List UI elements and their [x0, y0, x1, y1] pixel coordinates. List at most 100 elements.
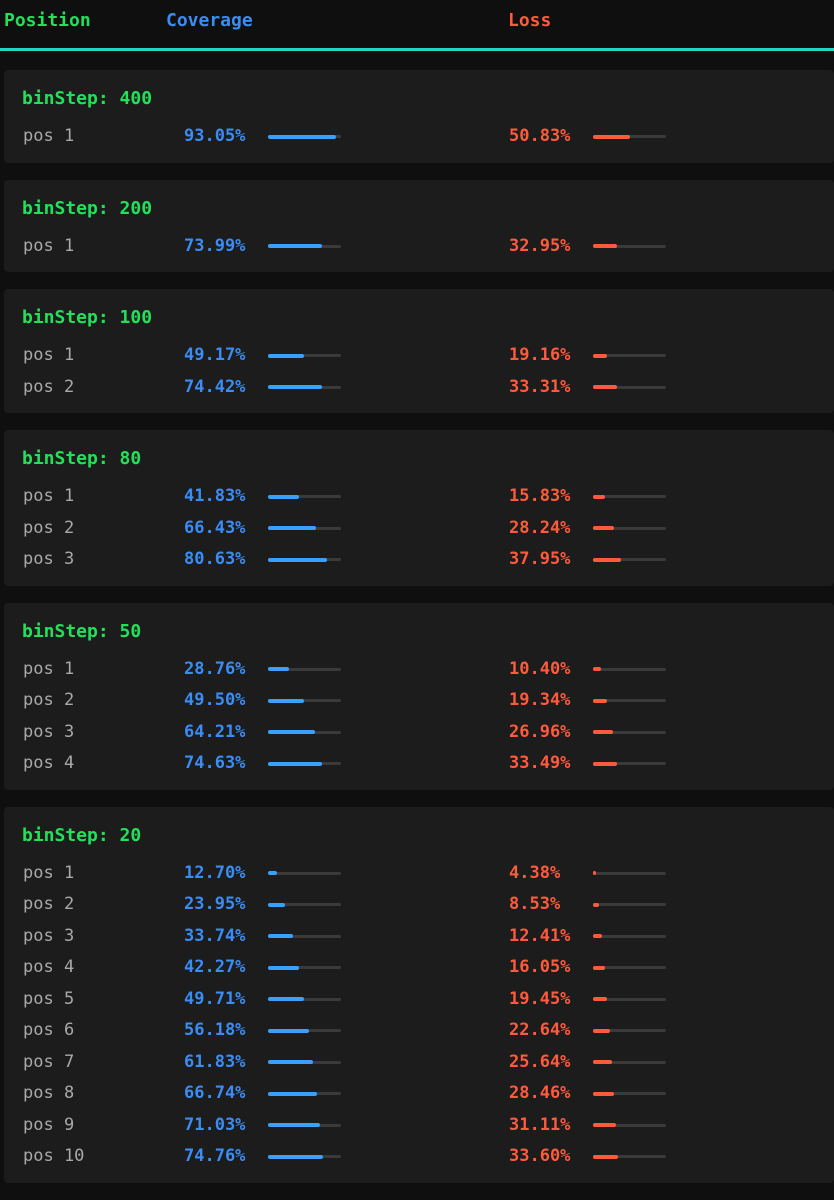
- loss-value: 10.40%: [509, 658, 571, 679]
- coverage-value: 61.83%: [184, 1051, 246, 1072]
- loss-bar-track: [593, 871, 666, 875]
- coverage-bar-track: [268, 761, 341, 766]
- position-row: pos 10 74.76% 33.60%: [4, 1143, 834, 1175]
- loss-value: 19.34%: [509, 690, 571, 710]
- loss-bar-fill: [593, 667, 601, 671]
- position-row: pos 1 49.17% 19.16%: [4, 342, 834, 374]
- loss-bar-fill: [593, 244, 618, 248]
- position-label: pos 4: [23, 753, 75, 773]
- position-label: pos 3: [23, 549, 75, 569]
- coverage-column-header: Coverage: [166, 10, 253, 31]
- position-label: pos 5: [23, 988, 75, 1009]
- loss-bar-fill: [593, 134, 631, 139]
- coverage-value: 42.27%: [184, 957, 246, 977]
- loss-value: 12.41%: [509, 925, 571, 946]
- position-row: pos 3 33.74% 12.41%: [4, 923, 834, 955]
- coverage-bar-track: [268, 1091, 341, 1096]
- loss-value: 16.05%: [509, 957, 571, 977]
- loss-bar-fill: [593, 965, 605, 970]
- position-row: pos 1 28.76% 10.40%: [4, 656, 834, 688]
- coverage-bar-track: [268, 244, 341, 248]
- coverage-bar-fill: [268, 353, 304, 358]
- coverage-bar-track: [268, 134, 341, 139]
- coverage-bar-fill: [268, 526, 317, 530]
- position-row: pos 8 66.74% 28.46%: [4, 1080, 834, 1112]
- position-label: pos 7: [23, 1051, 75, 1072]
- position-row: pos 1 41.83% 15.83%: [4, 483, 834, 515]
- bin-step-title: binStep: 20: [22, 824, 142, 846]
- position-row: pos 7 61.83% 25.64%: [4, 1049, 834, 1081]
- coverage-bar-fill: [268, 965, 299, 970]
- coverage-bar-fill: [268, 761, 323, 766]
- position-label: pos 10: [23, 1146, 85, 1166]
- loss-bar-fill: [593, 1091, 614, 1096]
- position-label: pos 8: [23, 1083, 75, 1103]
- loss-value: 19.16%: [509, 345, 571, 365]
- position-label: pos 2: [23, 376, 75, 397]
- coverage-bar-fill: [268, 730, 315, 734]
- loss-bar-fill: [593, 526, 614, 530]
- loss-value: 4.38%: [509, 862, 561, 883]
- coverage-bar-fill: [268, 698, 305, 703]
- position-label: pos 2: [23, 894, 75, 914]
- coverage-bar-fill: [268, 557, 327, 562]
- bin-step-group: binStep: 400 pos 1 93.05% 50.83%: [4, 70, 834, 163]
- loss-bar-track: [593, 698, 666, 703]
- position-label: pos 3: [23, 925, 75, 946]
- bin-step-group: binStep: 200 pos 1 73.99% 32.95%: [4, 179, 834, 272]
- position-label: pos 3: [23, 721, 75, 742]
- loss-bar-track: [593, 730, 666, 734]
- loss-bar-fill: [593, 871, 597, 875]
- loss-bar-fill: [593, 997, 608, 1001]
- coverage-value: 56.18%: [184, 1020, 246, 1040]
- position-row: pos 2 23.95% 8.53%: [4, 891, 834, 923]
- loss-bar-track: [593, 902, 666, 907]
- bin-step-groups: binStep: 400 pos 1 93.05% 50.83% binStep: 20…: [0, 70, 834, 1183]
- loss-column-header: Loss: [508, 10, 552, 31]
- bin-step-title: binStep: 200: [22, 197, 153, 219]
- bin-step-title: binStep: 100: [22, 307, 153, 328]
- loss-value: 26.96%: [509, 721, 571, 742]
- loss-bar-track: [593, 965, 666, 970]
- loss-bar-fill: [593, 353, 607, 358]
- coverage-bar-track: [268, 353, 341, 358]
- coverage-bar-fill: [268, 134, 336, 139]
- coverage-value: 93.05%: [184, 126, 246, 146]
- coverage-value: 71.03%: [184, 1114, 246, 1135]
- bin-step-group: binStep: 20 pos 1 12.70% 4.38% pos 2 23.95% 8.…: [4, 806, 834, 1183]
- coverage-bar-fill: [268, 667, 289, 671]
- position-row: pos 1 93.05% 50.83%: [4, 123, 834, 155]
- position-label: pos 9: [23, 1114, 75, 1135]
- position-row: pos 2 66.43% 28.24%: [4, 515, 834, 547]
- loss-bar-fill: [593, 385, 618, 389]
- coverage-value: 80.63%: [184, 549, 246, 569]
- loss-value: 28.24%: [509, 517, 571, 538]
- position-row: pos 5 49.71% 19.45%: [4, 986, 834, 1018]
- coverage-bar-track: [268, 557, 341, 562]
- loss-value: 22.64%: [509, 1020, 571, 1040]
- loss-value: 31.11%: [509, 1114, 571, 1135]
- position-row: pos 2 74.42% 33.31%: [4, 374, 834, 406]
- table-header: Position Coverage Loss: [0, 0, 834, 51]
- loss-bar-fill: [593, 730, 613, 734]
- position-label: pos 4: [23, 957, 75, 977]
- loss-value: 15.83%: [509, 486, 571, 506]
- loss-value: 8.53%: [509, 894, 561, 914]
- position-row: pos 9 71.03% 31.11%: [4, 1112, 834, 1144]
- position-label: pos 1: [23, 862, 75, 883]
- position-label: pos 2: [23, 517, 75, 538]
- loss-bar-fill: [593, 1028, 610, 1033]
- coverage-bar-track: [268, 997, 341, 1001]
- loss-bar-fill: [593, 761, 618, 766]
- coverage-bar-fill: [268, 934, 293, 938]
- loss-value: 19.45%: [509, 988, 571, 1009]
- coverage-bar-track: [268, 871, 341, 875]
- loss-bar-track: [593, 1091, 666, 1096]
- position-row: pos 3 80.63% 37.95%: [4, 546, 834, 578]
- coverage-bar-track: [268, 667, 341, 671]
- coverage-bar-track: [268, 1123, 341, 1127]
- coverage-value: 12.70%: [184, 862, 246, 883]
- bin-step-group: binStep: 80 pos 1 41.83% 15.83% pos 2 66.43% 2…: [4, 430, 834, 586]
- coverage-value: 23.95%: [184, 894, 246, 914]
- position-row: pos 4 74.63% 33.49%: [4, 750, 834, 782]
